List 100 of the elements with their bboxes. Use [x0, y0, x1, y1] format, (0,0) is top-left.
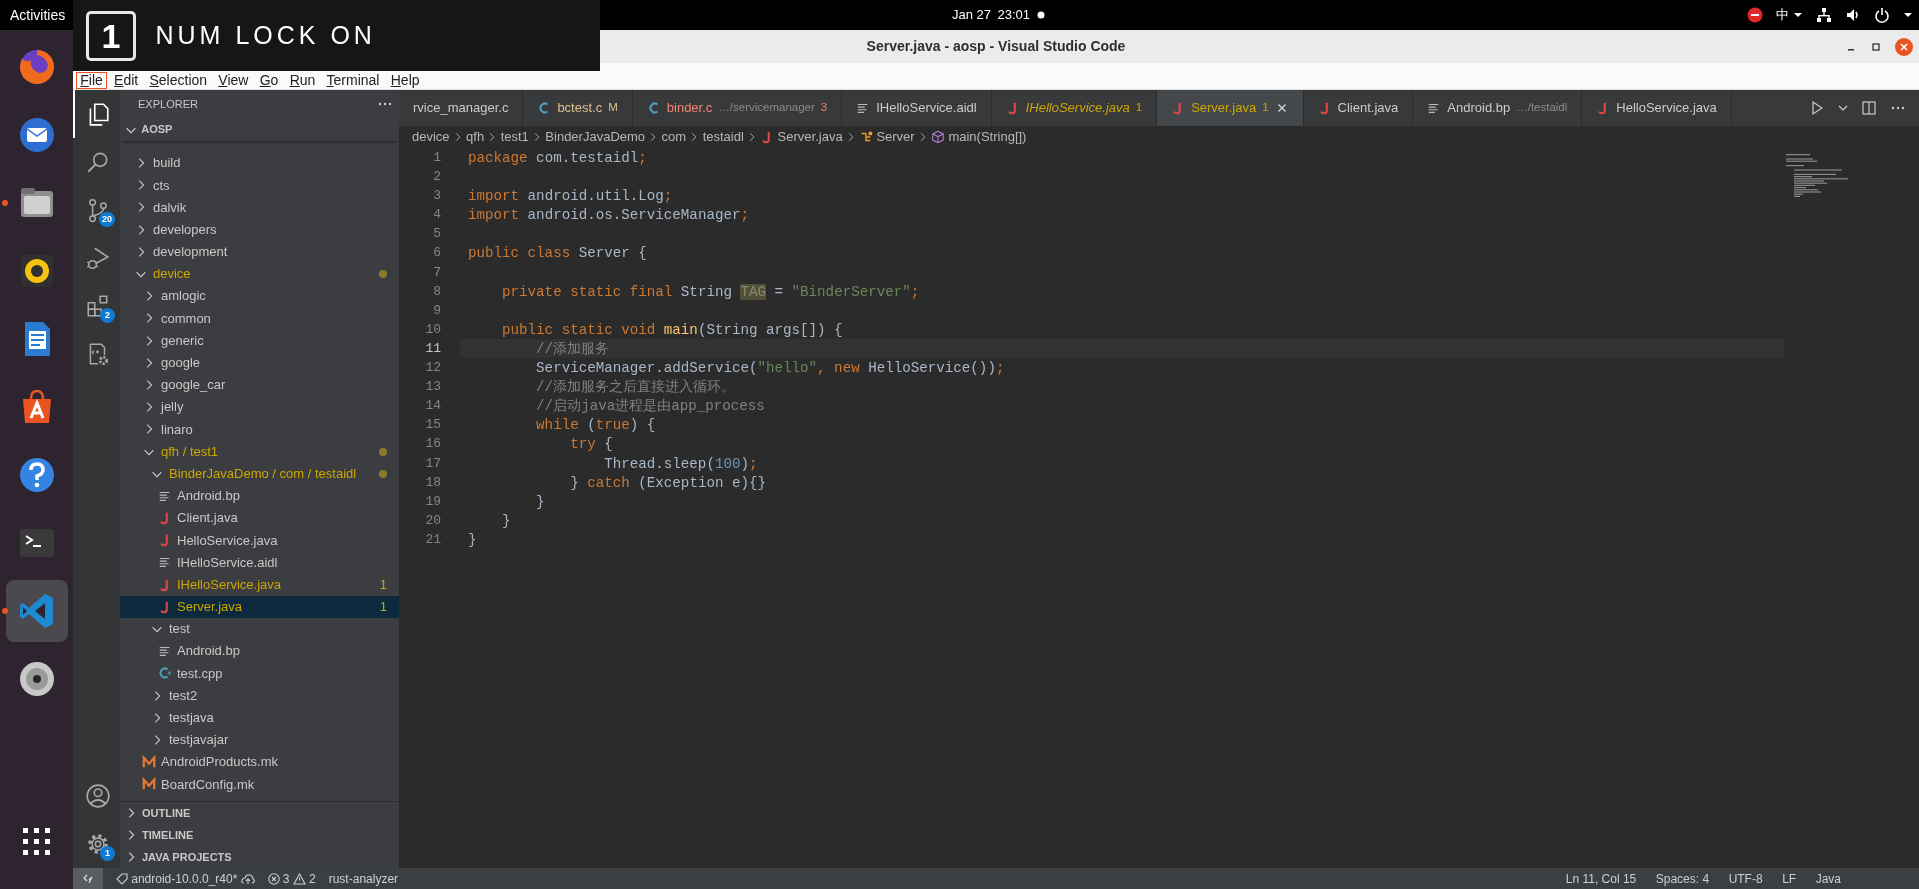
- tree-item[interactable]: generic: [120, 329, 399, 352]
- tree-item[interactable]: testjavajar: [120, 728, 399, 752]
- language-server-status[interactable]: rust-analyzer: [328, 869, 399, 888]
- tree-item[interactable]: jelly: [120, 396, 399, 419]
- count-badge: 2: [100, 308, 115, 323]
- tree-item[interactable]: cts: [120, 174, 399, 197]
- osd-message: NUM LOCK ON: [155, 19, 376, 51]
- remote-button[interactable]: [73, 868, 103, 889]
- play-icon[interactable]: [1809, 100, 1825, 116]
- tab-status-text: M: [608, 100, 618, 116]
- tree-item[interactable]: IHelloService.java 1: [120, 573, 399, 596]
- status-item[interactable]: Java: [1815, 869, 1841, 888]
- tree-item[interactable]: amlogic: [120, 285, 399, 308]
- activities-button[interactable]: Activities: [0, 4, 76, 26]
- line-number: 3: [432, 187, 442, 206]
- tree-item[interactable]: Android.bp: [120, 484, 399, 507]
- maximize-icon[interactable]: [1869, 40, 1882, 53]
- lines-icon: [158, 644, 172, 659]
- section-header[interactable]: TIMELINE: [120, 824, 399, 846]
- activity-button[interactable]: 1: [73, 820, 120, 868]
- status-item[interactable]: UTF-8: [1728, 869, 1763, 888]
- tree-item[interactable]: build: [120, 152, 399, 175]
- status-item[interactable]: LF: [1782, 869, 1797, 888]
- activity-button[interactable]: 2: [73, 282, 120, 330]
- editor-tab[interactable]: Server.java 1: [1157, 90, 1304, 126]
- line-number: 16: [424, 435, 442, 454]
- branch-status[interactable]: android-10.0.0_r40*: [116, 869, 255, 888]
- input-method-text[interactable]: 中: [1776, 5, 1790, 25]
- problem-count: 1: [379, 598, 387, 617]
- tree-item[interactable]: Android.bp: [120, 640, 399, 663]
- breadcrumb-item[interactable]: test1: [500, 127, 529, 147]
- code-line: }: [501, 511, 511, 531]
- tree-item[interactable]: HelloService.java: [120, 529, 399, 552]
- split-editor-icon[interactable]: [1861, 100, 1877, 116]
- close-icon[interactable]: [1894, 37, 1913, 56]
- line-number: 6: [432, 244, 442, 263]
- tree-item[interactable]: developers: [120, 218, 399, 241]
- warning-icon: [292, 872, 306, 885]
- chevron-down-icon[interactable]: [1838, 103, 1848, 113]
- line-number: 19: [424, 492, 442, 511]
- tree-item[interactable]: BinderJavaDemo / com / testaidl: [120, 462, 399, 485]
- warning-count: 2: [309, 870, 316, 888]
- volume-icon: [1844, 7, 1861, 23]
- tree-item[interactable]: testjava: [120, 706, 399, 729]
- tab-status-text: 3: [820, 100, 828, 116]
- tree-item[interactable]: BoardConfig.mk: [120, 773, 399, 796]
- section-header[interactable]: JAVA PROJECTS: [120, 846, 399, 868]
- tree-item[interactable]: AndroidProducts.mk: [120, 751, 399, 774]
- code-line: import android.os.ServiceManager;: [467, 206, 749, 226]
- tree-item[interactable]: google: [120, 351, 399, 374]
- menu-item[interactable]: Run: [285, 71, 320, 89]
- tree-item[interactable]: device: [120, 262, 399, 286]
- status-item[interactable]: Ln 11, Col 15: [1565, 869, 1637, 888]
- clock-time[interactable]: 23:01: [997, 5, 1031, 25]
- menu-item[interactable]: Go: [255, 71, 283, 89]
- explorer-root[interactable]: AOSP: [120, 118, 399, 141]
- menu-item[interactable]: File: [76, 71, 107, 89]
- breadcrumb-item[interactable]: Server: [859, 127, 915, 147]
- menu-item[interactable]: Help: [386, 71, 424, 89]
- tree-item[interactable]: common: [120, 307, 399, 330]
- tree-item[interactable]: dalvik: [120, 196, 399, 219]
- tree-item[interactable]: linaro: [120, 418, 399, 441]
- caret-icon: [1902, 10, 1913, 20]
- tree-item[interactable]: test2: [120, 684, 399, 707]
- run-debug-icon: [84, 245, 111, 271]
- breadcrumb-item[interactable]: testaidl: [702, 127, 744, 147]
- line-number: 13: [424, 378, 442, 397]
- tree-item[interactable]: Server.java 1: [120, 595, 399, 618]
- breadcrumb-item[interactable]: Server.java: [760, 127, 843, 147]
- activity-button[interactable]: 20: [73, 186, 120, 234]
- notification-dot-icon: [1036, 11, 1045, 19]
- error-count: 3: [282, 870, 290, 888]
- tree-item[interactable]: Client.java: [120, 507, 399, 530]
- line-number: 9: [432, 301, 442, 320]
- date-text: Jan 27: [952, 6, 992, 25]
- tree-item[interactable]: qfh / test1: [120, 440, 399, 463]
- tree-item[interactable]: development: [120, 240, 399, 263]
- breadcrumb-item[interactable]: com: [661, 127, 687, 147]
- code-line: try {: [569, 435, 613, 455]
- breadcrumb-item[interactable]: main(String[]): [931, 127, 1027, 147]
- error-icon: [267, 872, 280, 885]
- line-number: 17: [424, 454, 442, 473]
- status-item[interactable]: Spaces: 4: [1655, 869, 1710, 888]
- tree-item[interactable]: test.cpp: [120, 662, 399, 685]
- breadcrumb-item[interactable]: device: [412, 127, 450, 147]
- code-line: }: [467, 530, 477, 550]
- tree-item[interactable]: test: [120, 617, 399, 641]
- menu-item[interactable]: View: [214, 71, 253, 89]
- menu-item[interactable]: Edit: [110, 71, 143, 89]
- problems-status[interactable]: 3 2: [267, 869, 316, 888]
- tree-item[interactable]: google_car: [120, 373, 399, 397]
- line-number: 12: [424, 359, 442, 378]
- breadcrumb-item[interactable]: qfh: [466, 127, 485, 147]
- breadcrumb-item[interactable]: BinderJavaDemo: [545, 127, 646, 147]
- tree-item[interactable]: IHelloService.aidl: [120, 551, 399, 574]
- code-line: import android.util.Log;: [467, 187, 673, 207]
- section-header[interactable]: OUTLINE: [120, 802, 399, 824]
- menu-item[interactable]: Terminal: [322, 71, 384, 89]
- menu-item[interactable]: Selection: [145, 71, 212, 89]
- key-cap: 1: [86, 10, 136, 61]
